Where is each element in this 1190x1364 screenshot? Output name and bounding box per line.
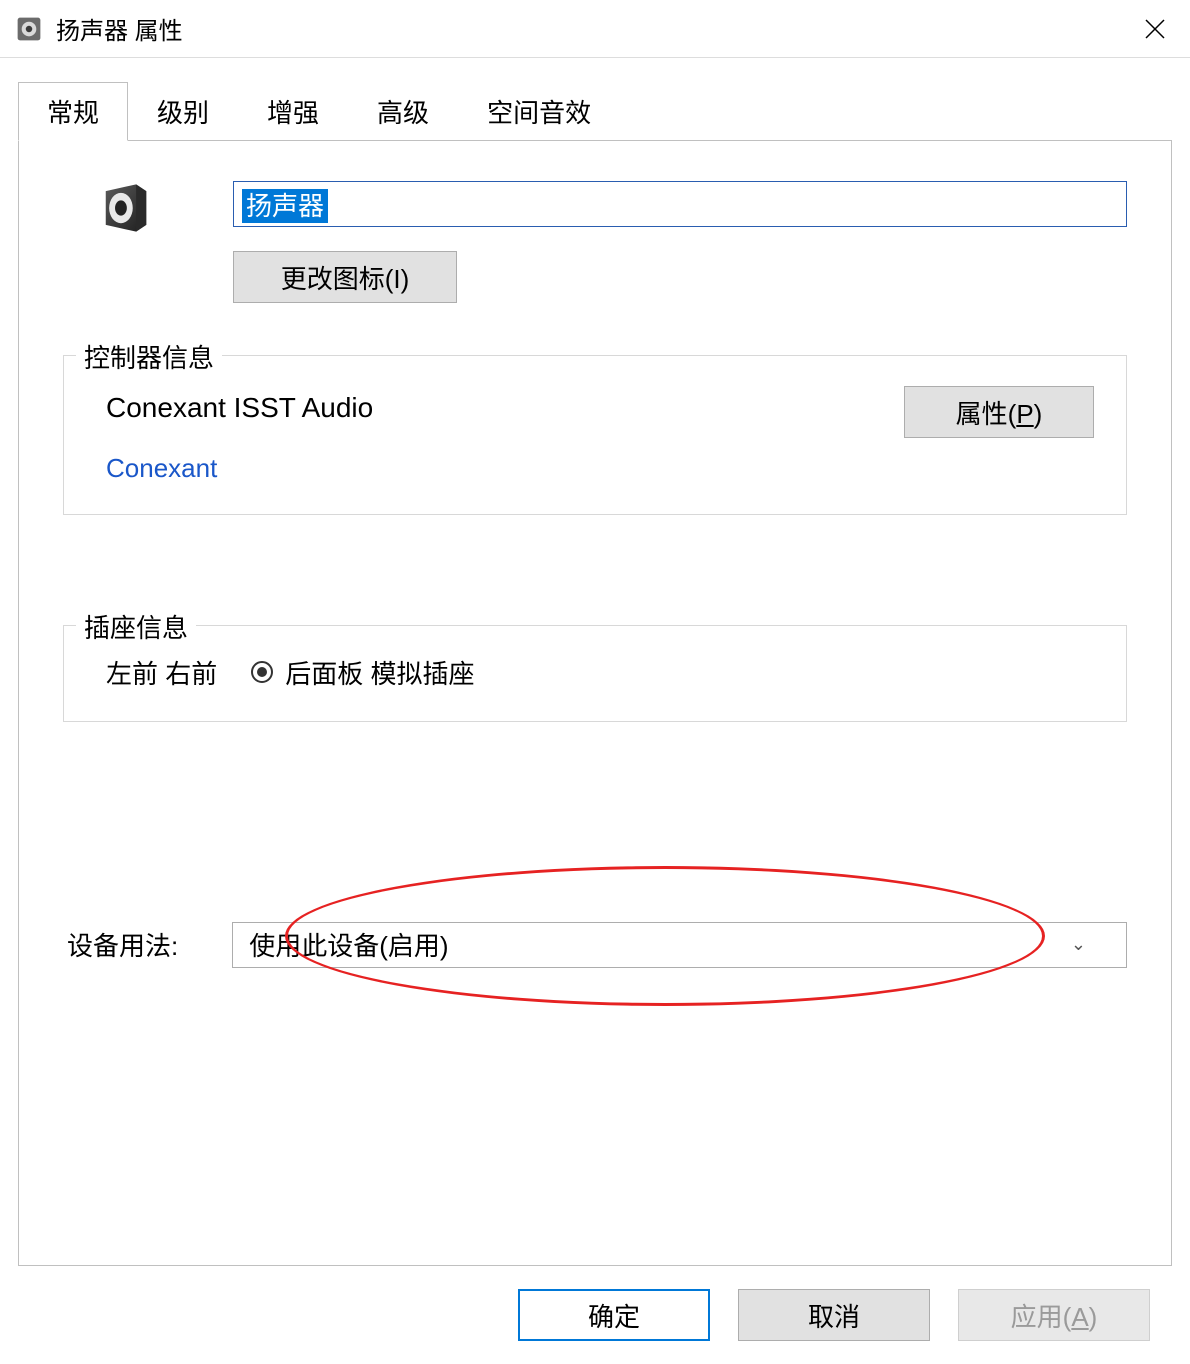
ok-button-label: 确定 xyxy=(588,1302,640,1332)
titlebar: 扬声器 属性 xyxy=(0,0,1190,58)
window-title: 扬声器 属性 xyxy=(56,11,1120,46)
cancel-button[interactable]: 取消 xyxy=(738,1289,930,1341)
close-button[interactable] xyxy=(1120,0,1190,58)
device-usage-row: 设备用法: 使用此设备(启用) ⌄ xyxy=(63,922,1127,968)
jack-location-label: 后面板 模拟插座 xyxy=(285,654,474,691)
device-name-input[interactable]: 扬声器 xyxy=(233,181,1127,227)
properties-btn-label-start: 属性( xyxy=(956,399,1017,429)
device-name-text: 扬声器 xyxy=(242,189,328,223)
device-right: 扬声器 更改图标(I) xyxy=(233,181,1127,303)
apply-button[interactable]: 应用(A) xyxy=(958,1289,1150,1341)
speaker-titlebar-icon xyxy=(16,16,42,42)
device-usage-value: 使用此设备(启用) xyxy=(249,926,448,963)
jack-row: 左前 右前 后面板 模拟插座 xyxy=(106,654,1094,691)
jack-info-fieldset: 插座信息 左前 右前 后面板 模拟插座 xyxy=(63,625,1127,722)
chevron-down-icon: ⌄ xyxy=(1071,934,1086,955)
tab-levels[interactable]: 级别 xyxy=(128,82,238,140)
tab-general[interactable]: 常规 xyxy=(18,82,128,141)
controller-name: Conexant ISST Audio xyxy=(106,386,373,431)
controller-info-legend: 控制器信息 xyxy=(76,338,222,375)
properties-btn-accesskey: P xyxy=(1016,399,1033,429)
properties-dialog: 扬声器 属性 常规 级别 增强 高级 空间音效 xyxy=(0,0,1190,1364)
close-icon xyxy=(1145,19,1165,39)
tab-enhancements[interactable]: 增强 xyxy=(238,82,348,140)
controller-info-fieldset: 控制器信息 Conexant ISST Audio Conexant 属性(P) xyxy=(63,355,1127,515)
jack-channels: 左前 右前 xyxy=(106,654,217,691)
tab-advanced[interactable]: 高级 xyxy=(348,82,458,140)
device-icon-wrap xyxy=(63,181,153,240)
apply-button-label-start: 应用( xyxy=(1011,1302,1072,1332)
change-icon-button[interactable]: 更改图标(I) xyxy=(233,251,457,303)
tab-strip: 常规 级别 增强 高级 空间音效 xyxy=(18,82,1172,140)
controller-manufacturer: Conexant xyxy=(106,453,373,484)
controller-text-block: Conexant ISST Audio Conexant xyxy=(106,386,373,484)
tab-spatial[interactable]: 空间音效 xyxy=(458,82,620,140)
dialog-footer: 确定 取消 应用(A) xyxy=(18,1266,1172,1364)
speaker-device-icon xyxy=(99,222,153,239)
device-usage-label: 设备用法: xyxy=(63,926,178,963)
dialog-content: 常规 级别 增强 高级 空间音效 xyxy=(0,58,1190,1364)
cancel-button-label: 取消 xyxy=(808,1302,860,1332)
properties-btn-label-end: ) xyxy=(1034,399,1043,429)
apply-button-label-end: ) xyxy=(1089,1302,1098,1332)
ok-button[interactable]: 确定 xyxy=(518,1289,710,1341)
device-usage-select[interactable]: 使用此设备(启用) ⌄ xyxy=(232,922,1127,968)
controller-row: Conexant ISST Audio Conexant 属性(P) xyxy=(106,386,1094,484)
radio-dot-icon xyxy=(251,661,273,683)
apply-button-accesskey: A xyxy=(1071,1302,1088,1332)
device-row: 扬声器 更改图标(I) xyxy=(63,181,1127,303)
change-icon-label: 更改图标(I) xyxy=(281,264,410,294)
jack-location-radio[interactable]: 后面板 模拟插座 xyxy=(251,654,474,691)
tab-panel-general: 扬声器 更改图标(I) 控制器信息 Conexant ISST Audio Co… xyxy=(18,140,1172,1266)
jack-info-legend: 插座信息 xyxy=(76,608,196,645)
device-usage-select-wrap: 使用此设备(启用) ⌄ xyxy=(232,922,1127,968)
controller-properties-button[interactable]: 属性(P) xyxy=(904,386,1094,438)
